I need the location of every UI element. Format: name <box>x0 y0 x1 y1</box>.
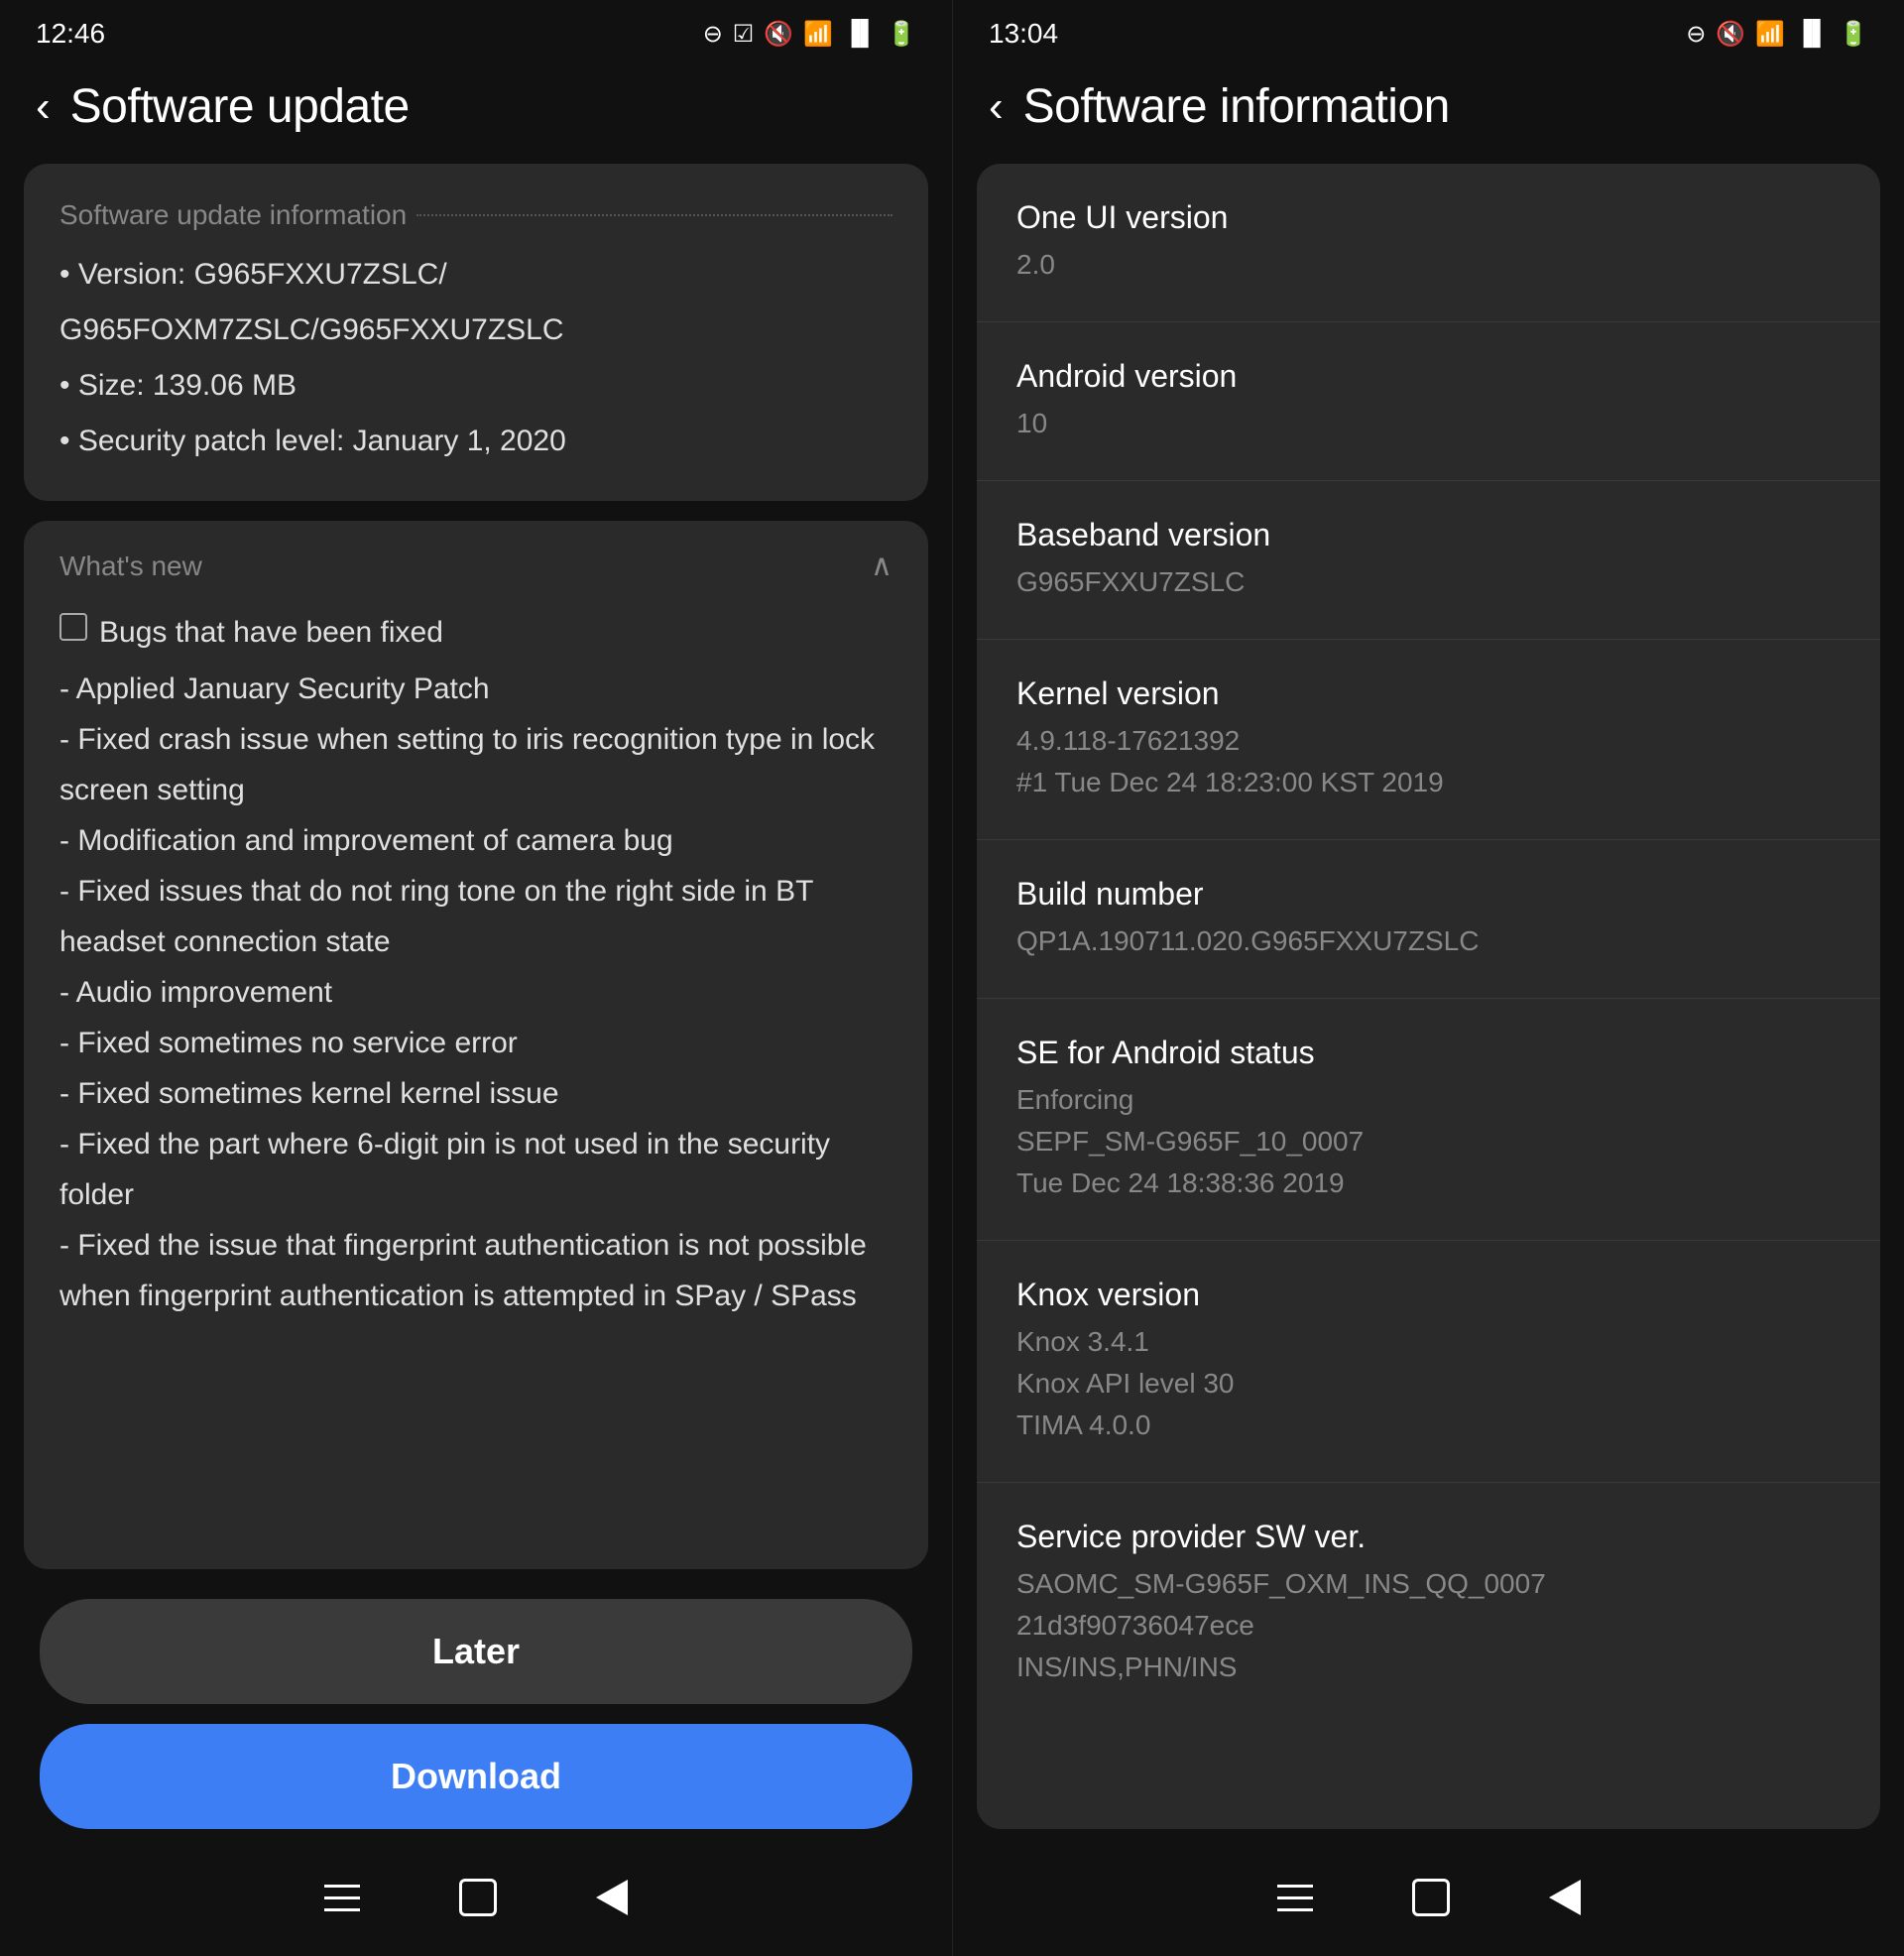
left-panel: 12:46 ⊖ ☑ 🔇 📶 ▐▌ 🔋 ‹ Software update Sof… <box>0 0 952 1956</box>
download-button[interactable]: Download <box>40 1724 912 1829</box>
signal-icon: ▐▌ <box>843 20 877 48</box>
status-bar-left: 12:46 ⊖ ☑ 🔇 📶 ▐▌ 🔋 <box>0 0 952 60</box>
whats-new-header: What's new ∧ <box>60 549 892 583</box>
dotted-divider <box>416 214 892 216</box>
one-ui-label: One UI version <box>1016 199 1841 236</box>
recent-line2 <box>324 1896 360 1899</box>
back-button-nav-r[interactable] <box>1549 1880 1581 1915</box>
changelog-line-9: - Fixed the issue that fingerprint authe… <box>60 1220 892 1321</box>
time-right: 13:04 <box>989 18 1058 50</box>
status-bar-right: 13:04 ⊖ 🔇 📶 ▐▌ 🔋 <box>953 0 1904 60</box>
update-info-card: Software update information • Version: G… <box>24 164 928 501</box>
collapse-icon[interactable]: ∧ <box>871 549 892 583</box>
minus-circle-icon: ⊖ <box>703 20 723 49</box>
changelog-line-1: - Applied January Security Patch <box>60 664 892 714</box>
bugs-fixed-label: Bugs that have been fixed <box>99 607 443 658</box>
info-row-se-android: SE for Android status Enforcing SEPF_SM-… <box>977 999 1880 1241</box>
later-button[interactable]: Later <box>40 1599 912 1704</box>
back-button-right[interactable]: ‹ <box>989 82 1004 132</box>
wifi-icon-r: 📶 <box>1755 20 1785 49</box>
baseband-value: G965FXXU7ZSLC <box>1016 561 1841 603</box>
whats-new-title: What's new <box>60 550 202 582</box>
nav-bar-right <box>953 1849 1904 1956</box>
one-ui-value: 2.0 <box>1016 244 1841 286</box>
changelog-content: Bugs that have been fixed - Applied Janu… <box>60 607 892 1321</box>
status-icons-left: ⊖ ☑ 🔇 📶 ▐▌ 🔋 <box>703 20 916 49</box>
home-button-r[interactable] <box>1412 1879 1450 1916</box>
mute-icon-r: 🔇 <box>1716 20 1745 49</box>
recent-line2-r <box>1277 1896 1313 1899</box>
back-button-left[interactable]: ‹ <box>36 82 51 132</box>
changelog-line-7: - Fixed sometimes kernel kernel issue <box>60 1068 892 1119</box>
version-line1: • Version: G965FXXU7ZSLC/ <box>60 251 892 299</box>
battery-icon: 🔋 <box>887 20 916 49</box>
button-area: Later Download <box>0 1569 952 1849</box>
battery-icon-r: 🔋 <box>1839 20 1868 49</box>
knox-label: Knox version <box>1016 1277 1841 1313</box>
info-row-android: Android version 10 <box>977 322 1880 481</box>
info-row-service-provider: Service provider SW ver. SAOMC_SM-G965F_… <box>977 1483 1880 1724</box>
changelog-line-4: - Fixed issues that do not ring tone on … <box>60 866 892 967</box>
info-row-knox: Knox version Knox 3.4.1 Knox API level 3… <box>977 1241 1880 1483</box>
changelog-line-2: - Fixed crash issue when setting to iris… <box>60 714 892 815</box>
kernel-label: Kernel version <box>1016 675 1841 712</box>
home-button[interactable] <box>459 1879 497 1916</box>
build-label: Build number <box>1016 876 1841 913</box>
recent-line1-r <box>1277 1885 1313 1888</box>
wifi-icon: 📶 <box>803 20 833 49</box>
whats-new-section: What's new ∧ Bugs that have been fixed -… <box>24 521 928 1569</box>
size-line: • Size: 139.06 MB <box>60 362 892 410</box>
checkbox-icon <box>60 613 87 641</box>
info-row-build: Build number QP1A.190711.020.G965FXXU7ZS… <box>977 840 1880 999</box>
build-value: QP1A.190711.020.G965FXXU7ZSLC <box>1016 920 1841 962</box>
page-title-right: Software information <box>1023 79 1450 134</box>
header-left: ‹ Software update <box>0 60 952 164</box>
recent-line3 <box>324 1908 360 1911</box>
info-row-baseband: Baseband version G965FXXU7ZSLC <box>977 481 1880 640</box>
service-provider-value: SAOMC_SM-G965F_OXM_INS_QQ_0007 21d3f9073… <box>1016 1563 1841 1688</box>
back-button-nav[interactable] <box>596 1880 628 1915</box>
check-icon: ☑ <box>733 20 755 49</box>
minus-circle-icon-r: ⊖ <box>1686 20 1706 49</box>
software-info-list: One UI version 2.0 Android version 10 Ba… <box>977 164 1880 1829</box>
baseband-label: Baseband version <box>1016 517 1841 553</box>
page-title-left: Software update <box>70 79 410 134</box>
changelog-line-8: - Fixed the part where 6-digit pin is no… <box>60 1119 892 1220</box>
recent-apps-button[interactable] <box>324 1883 360 1913</box>
recent-line3-r <box>1277 1908 1313 1911</box>
bugs-fixed-item: Bugs that have been fixed <box>60 607 892 658</box>
update-info-section-title: Software update information <box>60 199 892 231</box>
se-android-value: Enforcing SEPF_SM-G965F_10_0007 Tue Dec … <box>1016 1079 1841 1204</box>
version-line2: G965FOXM7ZSLC/G965FXXU7ZSLC <box>60 306 892 354</box>
changelog-line-3: - Modification and improvement of camera… <box>60 815 892 866</box>
android-value: 10 <box>1016 403 1841 444</box>
security-patch-line: • Security patch level: January 1, 2020 <box>60 418 892 465</box>
time-left: 12:46 <box>36 18 105 50</box>
changelog-line-5: - Audio improvement <box>60 967 892 1018</box>
knox-value: Knox 3.4.1 Knox API level 30 TIMA 4.0.0 <box>1016 1321 1841 1446</box>
info-row-kernel: Kernel version 4.9.118-17621392 #1 Tue D… <box>977 640 1880 840</box>
android-label: Android version <box>1016 358 1841 395</box>
info-row-one-ui: One UI version 2.0 <box>977 164 1880 322</box>
header-right: ‹ Software information <box>953 60 1904 164</box>
kernel-value: 4.9.118-17621392 #1 Tue Dec 24 18:23:00 … <box>1016 720 1841 803</box>
se-android-label: SE for Android status <box>1016 1035 1841 1071</box>
recent-line1 <box>324 1885 360 1888</box>
mute-icon: 🔇 <box>764 20 793 49</box>
signal-icon-r: ▐▌ <box>1795 20 1829 48</box>
status-icons-right: ⊖ 🔇 📶 ▐▌ 🔋 <box>1686 20 1868 49</box>
service-provider-label: Service provider SW ver. <box>1016 1519 1841 1555</box>
recent-apps-button-r[interactable] <box>1277 1883 1313 1913</box>
right-panel: 13:04 ⊖ 🔇 📶 ▐▌ 🔋 ‹ Software information … <box>952 0 1904 1956</box>
changelog-line-6: - Fixed sometimes no service error <box>60 1018 892 1068</box>
nav-bar-left <box>0 1849 952 1956</box>
